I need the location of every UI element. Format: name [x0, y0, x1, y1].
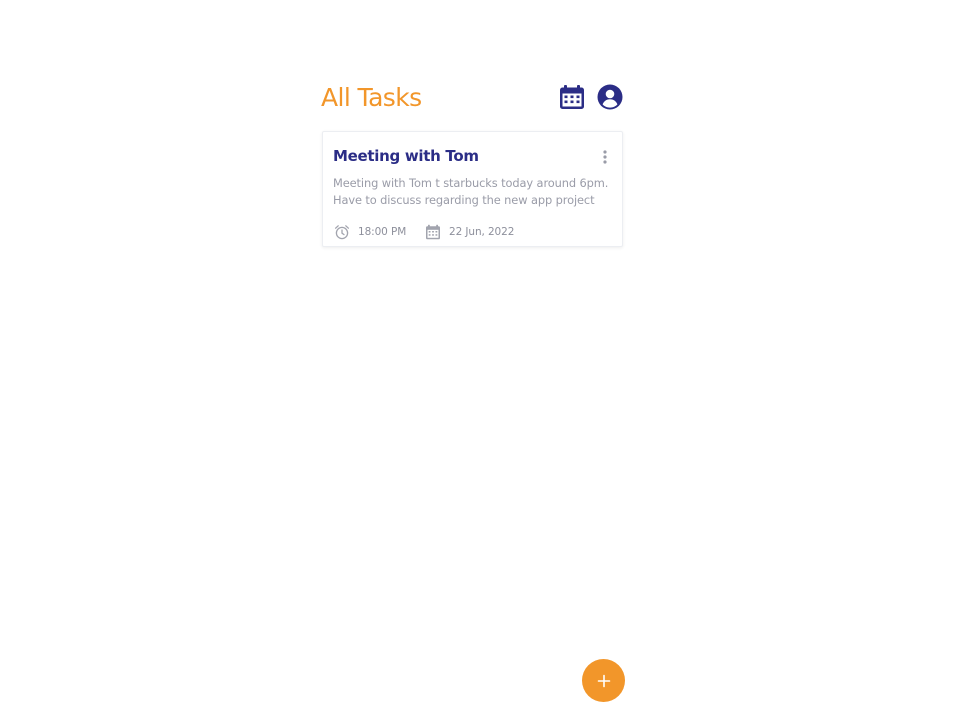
task-date-label: 22 Jun, 2022 [449, 225, 515, 238]
more-vertical-icon [603, 150, 607, 164]
task-time-label: 18:00 PM [358, 225, 407, 238]
calendar-icon [560, 85, 584, 109]
task-list-page: All Tasks Meeting with Tom Meeting with … [321, 0, 625, 720]
header: All Tasks [321, 78, 625, 118]
profile-button[interactable] [597, 84, 623, 110]
task-title: Meeting with Tom [333, 147, 479, 165]
plus-icon [597, 674, 610, 687]
page-title: All Tasks [321, 83, 422, 112]
alarm-clock-icon [334, 224, 350, 239]
task-description-line: Meeting with Tom t starbucks today aroun… [333, 176, 609, 190]
add-task-button[interactable] [582, 659, 625, 702]
calendar-icon [426, 224, 440, 239]
account-circle-icon [597, 84, 623, 110]
task-description: Meeting with Tom t starbucks today aroun… [333, 175, 617, 209]
more-options-button[interactable] [599, 149, 611, 165]
task-description-line: Have to discuss regarding the new app pr… [333, 193, 595, 207]
task-card[interactable]: Meeting with Tom Meeting with Tom t star… [322, 131, 623, 247]
calendar-button[interactable] [559, 84, 585, 110]
task-date: 22 Jun, 2022 [425, 223, 514, 240]
task-time: 18:00 PM [334, 223, 406, 240]
